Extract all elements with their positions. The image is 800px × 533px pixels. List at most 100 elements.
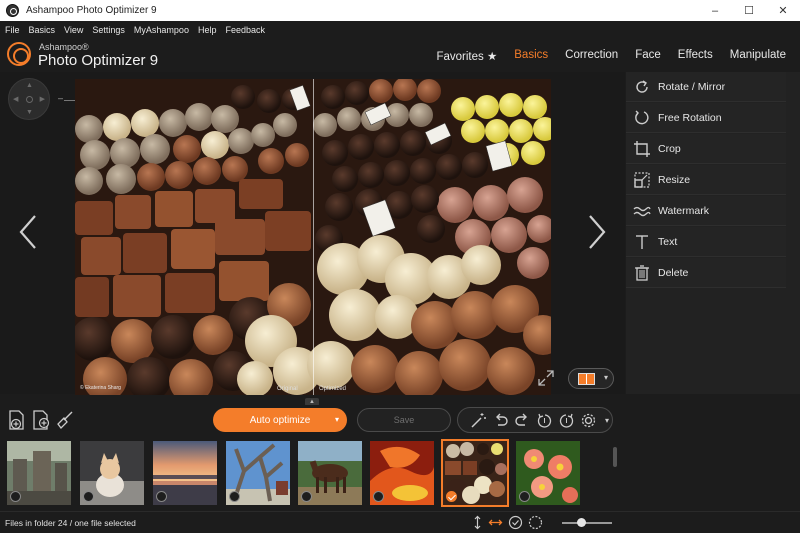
photo-preview[interactable]: © Ekaterina Sharg Original Optimized: [75, 79, 551, 395]
rotate-icon: [636, 79, 648, 93]
thumbnail-orange-flower[interactable]: [370, 441, 434, 505]
tab-favorites[interactable]: Favorites ★: [436, 49, 497, 63]
tool-watermark[interactable]: Watermark: [626, 196, 786, 226]
compare-mode-button[interactable]: ▾: [568, 368, 614, 389]
thumbnail-select-checkbox[interactable]: [373, 491, 384, 502]
tool-text[interactable]: Text: [626, 227, 786, 257]
thumbnail-select-checkbox[interactable]: [156, 491, 167, 502]
maximize-button[interactable]: ☐: [732, 0, 766, 21]
tool-label: Free Rotation: [658, 111, 722, 124]
chevron-down-icon: ▾: [603, 373, 608, 382]
thumbnail-select-checkbox[interactable]: [229, 491, 240, 502]
select-all-icon[interactable]: [508, 515, 523, 530]
menu-basics[interactable]: Basics: [29, 25, 56, 35]
tool-label: Resize: [658, 173, 691, 186]
gear-icon[interactable]: [580, 412, 597, 429]
clear-broom-icon[interactable]: [54, 409, 76, 431]
tool-label: Delete: [658, 266, 689, 279]
menu-help[interactable]: Help: [198, 25, 217, 35]
magic-wand-icon[interactable]: [470, 412, 487, 429]
menu-bar: File Basics View Settings MyAshampoo Hel…: [0, 21, 800, 39]
thumbnail-size-knob[interactable]: [577, 518, 586, 527]
tool-label: Crop: [658, 142, 681, 155]
tool-label: Watermark: [658, 204, 709, 217]
tab-manipulate[interactable]: Manipulate: [730, 49, 786, 63]
photo-credit: © Ekaterina Sharg: [80, 385, 121, 391]
tool-free-rotation[interactable]: Free Rotation: [626, 103, 786, 133]
thumbnail-tree-sky[interactable]: [226, 441, 290, 505]
tool-label: Rotate / Mirror: [658, 80, 726, 93]
pan-left-icon: ◀: [13, 96, 19, 103]
fullscreen-icon[interactable]: [536, 368, 556, 388]
zoom-out-icon[interactable]: –: [58, 93, 63, 103]
pan-center-icon: [26, 96, 33, 103]
optimized-label: Optimized: [319, 386, 347, 392]
chevron-down-icon[interactable]: ▾: [605, 416, 609, 425]
minimize-button[interactable]: –: [698, 0, 732, 21]
thumbnail-select-checkbox[interactable]: [10, 491, 21, 502]
ashampoo-logo-icon: [7, 42, 31, 66]
pan-down-icon: ▼: [26, 109, 33, 116]
tool-rotate-mirror[interactable]: Rotate / Mirror: [626, 72, 786, 102]
text-icon: [636, 234, 648, 249]
edit-actions-group: ▾: [457, 407, 613, 433]
tool-resize[interactable]: Resize: [626, 165, 786, 195]
menu-view[interactable]: View: [64, 25, 83, 35]
thumbnail-select-checkbox[interactable]: [519, 491, 530, 502]
auto-optimize-button[interactable]: Auto optimize ▾: [213, 408, 347, 432]
status-text: Files in folder 24 / one file selected: [5, 518, 136, 528]
tab-correction[interactable]: Correction: [565, 49, 618, 63]
save-label: Save: [393, 415, 415, 425]
compare-divider[interactable]: [313, 79, 314, 395]
add-folder-icon[interactable]: [30, 409, 52, 431]
horizontal-arrows-icon[interactable]: [488, 515, 503, 530]
rotate-right-icon[interactable]: [558, 412, 575, 429]
app-icon: [6, 4, 19, 17]
thumbnail-horse[interactable]: [298, 441, 362, 505]
close-button[interactable]: ✕: [766, 0, 800, 21]
thumbnail-select-checkbox[interactable]: [301, 491, 312, 502]
tab-basics[interactable]: Basics: [514, 49, 548, 63]
previous-image-icon[interactable]: [17, 214, 39, 250]
next-image-icon[interactable]: [586, 214, 608, 250]
filmstrip-scrollbar[interactable]: [613, 447, 617, 467]
chevron-down-icon[interactable]: ▾: [335, 415, 339, 424]
tool-label: Text: [658, 235, 678, 248]
tools-panel: Rotate / Mirror Free Rotation Crop Resiz…: [626, 72, 800, 394]
free-rotation-icon: [635, 110, 649, 124]
thumbnail-select-checkbox[interactable]: [446, 491, 457, 502]
filmstrip: [0, 437, 625, 511]
vertical-arrows-icon[interactable]: [470, 515, 485, 530]
window-title: Ashampoo Photo Optimizer 9: [26, 5, 157, 16]
thumbnail-select-checkbox[interactable]: [83, 491, 94, 502]
window-controls: – ☐ ✕: [698, 0, 800, 21]
brand-company: Ashampoo®: [39, 42, 89, 52]
undo-icon[interactable]: [492, 412, 509, 429]
add-file-icon[interactable]: [6, 409, 28, 431]
auto-optimize-label: Auto optimize: [249, 414, 311, 426]
thumbnail-size-slider[interactable]: [562, 518, 612, 527]
menu-feedback[interactable]: Feedback: [225, 25, 265, 35]
image-viewer: ▲ ▼ ◀ ▶ – +: [0, 72, 625, 395]
menu-settings[interactable]: Settings: [92, 25, 125, 35]
deselect-icon[interactable]: [528, 515, 543, 530]
thumbnail-cat[interactable]: [80, 441, 144, 505]
menu-myashampoo[interactable]: MyAshampoo: [134, 25, 189, 35]
save-button[interactable]: Save: [357, 408, 451, 432]
menu-file[interactable]: File: [5, 25, 20, 35]
tool-delete[interactable]: Delete: [626, 258, 786, 288]
thumbnail-chocolates[interactable]: [441, 439, 509, 507]
tab-effects[interactable]: Effects: [678, 49, 713, 63]
rotate-left-icon[interactable]: [536, 412, 553, 429]
pan-navigator[interactable]: ▲ ▼ ◀ ▶: [8, 78, 50, 120]
thumbnail-sunset-beach[interactable]: [153, 441, 217, 505]
original-label: Original: [277, 386, 298, 392]
pan-up-icon: ▲: [26, 82, 33, 89]
thumbnail-ruins[interactable]: [7, 441, 71, 505]
trash-icon: [635, 264, 649, 281]
tool-crop[interactable]: Crop: [626, 134, 786, 164]
redo-icon[interactable]: [514, 412, 531, 429]
thumbnail-pink-flowers[interactable]: [516, 441, 580, 505]
tab-face[interactable]: Face: [635, 49, 661, 63]
main-tabs: Favorites ★ Basics Correction Face Effec…: [419, 49, 786, 63]
